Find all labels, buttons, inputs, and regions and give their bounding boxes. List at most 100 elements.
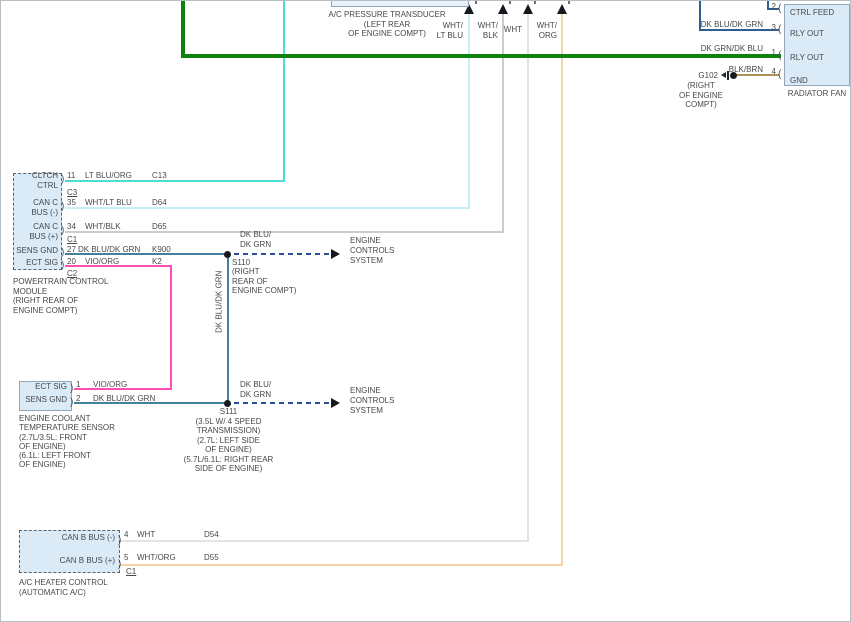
- wire-dk-grn-dk-blu-horizontal: [181, 54, 781, 58]
- wire-wht-vertical: [527, 14, 529, 542]
- ac-row2-pin: 5: [124, 553, 129, 562]
- pcm-connector-c1: C1: [67, 235, 78, 244]
- ac-row2-label: CAN B BUS (+): [59, 556, 115, 565]
- radiator-fan-pin4-label: GND: [790, 76, 808, 85]
- label-wht-blk: WHT/BLK: [477, 21, 498, 40]
- ect-row2-bracket: ): [70, 397, 74, 408]
- s111-wire-label: DK BLU/DK GRN: [240, 380, 272, 399]
- wire-dashed-s111: [234, 402, 330, 404]
- ac-row1-label: CAN B BUS (-): [61, 533, 115, 542]
- radiator-fan-pin3-label: RLY OUT: [790, 29, 824, 38]
- vertical-wire-label: DK BLU/DK GRN: [214, 270, 224, 333]
- engine-controls-system-top: ENGINE CONTROLS SYSTEM: [350, 236, 395, 265]
- radiator-fan-pin1-bracket: (: [778, 50, 782, 61]
- arrow-engine-controls-bottom: [331, 398, 340, 408]
- splice-s110-dot: [224, 251, 231, 258]
- radiator-fan-pin1-num: 1: [771, 48, 776, 57]
- wire-dashed-s110: [234, 253, 330, 255]
- wire-wht-blk-horizontal: [65, 231, 504, 233]
- ground-symbol-dot: [730, 72, 737, 79]
- arrow-wht-blk: [498, 4, 508, 14]
- ect-name: ENGINE COOLANT TEMPERATURE SENSOR (2.7L/3…: [19, 414, 115, 470]
- radiator-fan-pin4-num: 4: [771, 67, 776, 76]
- radiator-fan-pin3-num: 3: [771, 23, 776, 32]
- pcm-row5-circuit: K2: [152, 257, 162, 266]
- label-wht: WHT: [503, 25, 522, 34]
- tick-wht-blk: [509, 1, 511, 4]
- arrow-engine-controls-top: [331, 249, 340, 259]
- label-dk-grn-dk-blu: DK GRN/DK BLU: [700, 44, 763, 53]
- pcm-name: POWERTRAIN CONTROL MODULE (RIGHT REAR OF E…: [13, 277, 109, 315]
- wire-wht-org-vertical: [561, 14, 563, 566]
- ect-row1-bracket: ): [70, 383, 74, 394]
- pcm-row1-pin: 11: [67, 171, 76, 180]
- wire-wht-lt-blu-vertical: [468, 14, 470, 209]
- pcm-row2-label: CAN C BUS (-): [31, 198, 58, 217]
- radiator-fan-name: RADIATOR FAN: [787, 89, 847, 98]
- tick-wht-org: [568, 1, 570, 4]
- ect-row2-pin: 2: [76, 394, 81, 403]
- ac-row1-circuit: D54: [204, 530, 219, 539]
- pcm-connector-c3: C3: [67, 188, 78, 197]
- ac-row1-pin: 4: [124, 530, 129, 539]
- s111-label: S111 (3.5L W/ 4 SPEED TRANSMISSION) (2.7L…: [183, 407, 274, 473]
- radiator-fan-pin3-bracket: (: [778, 24, 782, 35]
- ac-pressure-transducer-box: [331, 1, 469, 7]
- pcm-row3-bracket: ): [61, 225, 65, 236]
- ect-row2-wire: DK BLU/DK GRN: [93, 394, 156, 403]
- pcm-row5-wire: VIO/ORG: [85, 257, 120, 266]
- ac-row1-bracket: ): [118, 535, 122, 546]
- pcm-row2-circuit: D64: [152, 198, 167, 207]
- radiator-fan-pin1-label: RLY OUT: [790, 53, 824, 62]
- ect-row1-label: ECT SIG: [35, 382, 67, 391]
- pcm-row4-wire: DK BLU/DK GRN: [78, 245, 141, 254]
- wire-lt-blu-org-vertical: [283, 1, 285, 181]
- wire-dk-blu-dk-grn-vertical: [227, 253, 229, 405]
- pcm-row4-pin: 27: [67, 245, 76, 254]
- pcm-row1-circuit: C13: [152, 171, 167, 180]
- s110-wire-label: DK BLU/DK GRN: [240, 230, 272, 249]
- wire-wht-horizontal: [121, 540, 529, 542]
- ac-row2-circuit: D55: [204, 553, 219, 562]
- pcm-row4-circuit: K900: [152, 245, 171, 254]
- pcm-row2-wire: WHT/LT BLU: [85, 198, 132, 207]
- ac-connector-c1: C1: [126, 567, 137, 576]
- splice-s111-dot: [224, 400, 231, 407]
- label-dk-blu-dk-grn: DK BLU/DK GRN: [700, 20, 763, 29]
- s110-label: S110 (RIGHT REAR OF ENGINE COMPT): [232, 258, 297, 296]
- pcm-row1-wire: LT BLU/ORG: [85, 171, 132, 180]
- ac-heater-name: A/C HEATER CONTROL (AUTOMATIC A/C): [19, 578, 108, 597]
- wire-vio-org-vertical: [170, 265, 172, 390]
- ground-symbol-bar: [727, 71, 729, 80]
- pcm-row4-label: SENS GND: [16, 246, 58, 255]
- radiator-fan-pin4-bracket: (: [778, 69, 782, 80]
- ac-row1-wire: WHT: [137, 530, 156, 539]
- pcm-row3-wire: WHT/BLK: [85, 222, 121, 231]
- label-wht-lt-blu: WHT/LT BLU: [436, 21, 463, 40]
- radiator-fan-pin2-num: 2: [771, 2, 776, 11]
- ground-g102-id: G102: [698, 71, 718, 80]
- pcm-row2-bracket: ): [61, 201, 65, 212]
- wire-dk-grn-dk-blu-vertical: [181, 1, 185, 58]
- pcm-row3-pin: 34: [67, 222, 76, 231]
- tick-wht-lt-blu: [475, 1, 477, 4]
- ground-g102-location: (RIGHT OF ENGINE COMPT): [678, 81, 723, 109]
- wire-wht-org-horizontal: [121, 564, 563, 566]
- pcm-row5-pin: 20: [67, 257, 76, 266]
- ect-row1-pin: 1: [76, 380, 81, 389]
- ac-row2-wire: WHT/ORG: [137, 553, 176, 562]
- pcm-row4-bracket: ): [61, 247, 65, 258]
- wiring-diagram: A/C PRESSURE TRANSDUCER (LEFT REAR OF EN…: [0, 0, 851, 622]
- pcm-row5-bracket: ): [61, 260, 65, 271]
- wire-wht-blk-vertical: [502, 14, 504, 233]
- pcm-row3-label: CAN C BUS (+): [29, 222, 58, 241]
- radiator-fan-pin2-label: CTRL FEED: [790, 8, 835, 17]
- ground-symbol-triangle: [721, 72, 726, 78]
- engine-controls-system-bottom: ENGINE CONTROLS SYSTEM: [350, 386, 395, 415]
- pcm-row5-label: ECT SIG: [26, 258, 58, 267]
- tick-wht: [534, 1, 536, 4]
- arrow-wht: [523, 4, 533, 14]
- pcm-row2-pin: 35: [67, 198, 76, 207]
- ect-row1-wire: VIO/ORG: [93, 380, 128, 389]
- ac-row2-bracket: ): [118, 559, 122, 570]
